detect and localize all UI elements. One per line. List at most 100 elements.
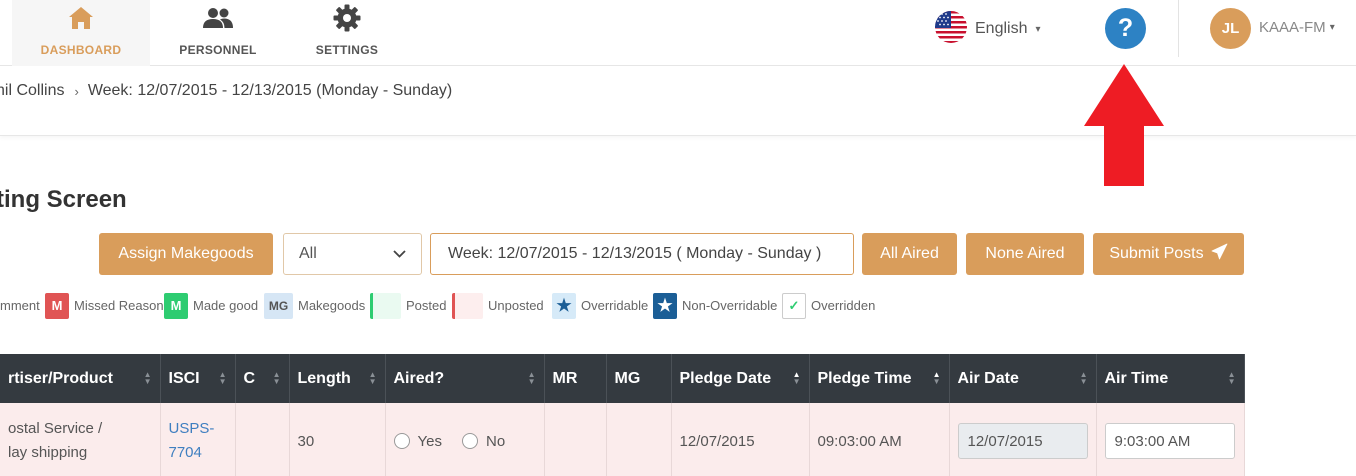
sort-icon: ▲ ▼ xyxy=(1227,370,1236,386)
legend-label: Made good xyxy=(193,298,259,313)
aired-radio-group: Yes No xyxy=(393,432,536,450)
overridden-check-icon: ✓ xyxy=(782,292,806,319)
week-range-picker[interactable]: Week: 12/07/2015 - 12/13/2015 ( Monday -… xyxy=(430,233,854,275)
col-header-aired[interactable]: Aired? ▲ ▼ xyxy=(385,354,545,403)
legend-item-posted: Posted xyxy=(370,292,446,319)
red-arrow-annotation xyxy=(1084,64,1164,186)
all-aired-button[interactable]: All Aired xyxy=(862,233,957,275)
col-header-pledge-time[interactable]: Pledge Time ▲ ▼ xyxy=(809,354,950,403)
sort-icon: ▲ ▼ xyxy=(272,370,281,386)
col-header-pledge-date[interactable]: Pledge Date ▲ ▼ xyxy=(671,354,810,403)
legend-item-made-good: M Made good xyxy=(164,292,258,319)
aired-yes-label: Yes xyxy=(417,432,442,450)
makegoods-swatch: MG xyxy=(264,292,293,319)
advertiser-line: ostal Service / xyxy=(8,420,103,437)
nav-label-settings: SETTINGS xyxy=(315,43,379,57)
help-question-icon: ? xyxy=(1117,14,1134,42)
sort-icon: ▲ ▼ xyxy=(932,370,941,386)
col-header-air-time[interactable]: Air Time ▲ ▼ xyxy=(1096,354,1245,403)
overridable-star-icon: ★ xyxy=(552,292,576,319)
aired-no-radio[interactable] xyxy=(461,433,478,449)
table-row: ostal Service / lay shipping USPS- 7704 … xyxy=(0,403,1245,476)
users-icon xyxy=(203,4,233,32)
made-good-swatch: M xyxy=(164,292,188,319)
legend-label: mment xyxy=(0,298,40,313)
legend-item-comment: mment xyxy=(0,292,40,319)
cell-air-time: 9:03:00 AM xyxy=(1096,403,1245,476)
col-header-mr: MR xyxy=(544,354,607,403)
nav-item-dashboard[interactable]: DASHBOARD xyxy=(12,0,150,66)
filter-select-value: All xyxy=(299,245,317,262)
nav-item-personnel[interactable]: PERSONNEL xyxy=(149,0,287,66)
sort-icon: ▲ ▼ xyxy=(527,370,536,386)
legend-label: Missed Reason xyxy=(74,298,164,313)
cell-air-date: 12/07/2015 xyxy=(949,403,1097,476)
aired-no-option[interactable]: No xyxy=(461,433,505,450)
submit-posts-button[interactable]: Submit Posts xyxy=(1093,233,1244,275)
nav-label-personnel: PERSONNEL xyxy=(179,43,257,57)
non-overridable-star-icon: ★ xyxy=(653,292,677,319)
table-header-row: rtiser/Product ▲ ▼ ISCI ▲ ▼ C ▲ ▼ Length ▲ ▼ Air… xyxy=(0,354,1245,403)
user-avatar[interactable]: JL xyxy=(1210,8,1251,49)
legend-label: Makegoods xyxy=(298,298,366,313)
col-header-isci[interactable]: ISCI ▲ ▼ xyxy=(160,354,236,403)
col-header-air-date[interactable]: Air Date ▲ ▼ xyxy=(949,354,1097,403)
aired-yes-radio[interactable] xyxy=(393,433,410,449)
home-icon xyxy=(68,4,94,32)
help-button[interactable]: ? xyxy=(1105,8,1146,49)
col-header-c[interactable]: C ▲ ▼ xyxy=(235,354,290,403)
legend-item-non-overridable: ★ Non-Overridable xyxy=(653,292,777,319)
cell-c xyxy=(235,403,290,476)
legend-label: Unposted xyxy=(488,298,544,313)
cell-mr xyxy=(544,403,607,476)
sort-icon: ▲ ▼ xyxy=(143,370,152,386)
cell-pledge-date: 12/07/2015 xyxy=(671,403,810,476)
assign-makegoods-button[interactable]: Assign Makegoods xyxy=(99,233,273,275)
posted-swatch xyxy=(370,292,401,319)
us-flag-icon xyxy=(935,10,967,48)
station-selector[interactable]: KAAA-FM ▾ xyxy=(1259,19,1335,36)
cell-length: 30 xyxy=(289,403,386,476)
cell-pledge-time: 09:03:00 AM xyxy=(809,403,950,476)
col-header-advertiser[interactable]: rtiser/Product ▲ ▼ xyxy=(0,354,161,403)
legend-label: Posted xyxy=(406,298,447,313)
isci-link[interactable]: USPS- xyxy=(169,417,227,441)
product-line: lay shipping xyxy=(8,444,88,461)
air-time-input[interactable]: 9:03:00 AM xyxy=(1104,423,1235,459)
cell-isci[interactable]: USPS- 7704 xyxy=(160,403,236,476)
legend-item-unposted: Unposted xyxy=(452,292,544,319)
paper-plane-icon xyxy=(1211,243,1228,265)
breadcrumb: hil Collins › Week: 12/07/2015 - 12/13/2… xyxy=(0,82,452,100)
legend-item-missed-reason: M Missed Reason xyxy=(45,292,164,319)
posting-table: rtiser/Product ▲ ▼ ISCI ▲ ▼ C ▲ ▼ Length ▲ ▼ Air… xyxy=(0,354,1245,476)
breadcrumb-separator: › xyxy=(74,83,79,99)
sort-icon: ▲ ▼ xyxy=(1079,370,1088,386)
page-title: ting Screen xyxy=(0,186,127,213)
legend-label: Overridden xyxy=(811,298,876,313)
sort-icon: ▲ ▼ xyxy=(792,370,801,386)
aired-yes-option[interactable]: Yes xyxy=(393,432,442,450)
breadcrumb-item-week: Week: 12/07/2015 - 12/13/2015 (Monday - … xyxy=(87,82,453,99)
unposted-swatch xyxy=(452,292,483,319)
breadcrumb-item-person[interactable]: hil Collins xyxy=(0,82,64,100)
nav-item-settings[interactable]: SETTINGS xyxy=(278,0,416,66)
legend-label: Non-Overridable xyxy=(682,298,778,313)
none-aired-button[interactable]: None Aired xyxy=(966,233,1084,275)
legend-item-overridable: ★ Overridable xyxy=(552,292,648,319)
legend-label: Overridable xyxy=(581,298,649,313)
submit-posts-label: Submit Posts xyxy=(1109,245,1204,262)
cell-mg xyxy=(606,403,672,476)
missed-reason-swatch: M xyxy=(45,292,69,319)
nav-label-dashboard: DASHBOARD xyxy=(40,43,122,57)
station-label: KAAA-FM xyxy=(1259,19,1326,36)
top-navbar: DASHBOARD PERSONNEL SETTINGS English ▾ ?… xyxy=(0,0,1356,66)
caret-down-icon: ▾ xyxy=(1329,22,1335,33)
legend-item-makegoods: MG Makegoods xyxy=(264,292,365,319)
col-header-mg: MG xyxy=(606,354,672,403)
nav-divider xyxy=(1178,0,1179,57)
cell-advertiser: ostal Service / lay shipping xyxy=(0,403,161,476)
col-header-length[interactable]: Length ▲ ▼ xyxy=(289,354,386,403)
isci-link[interactable]: 7704 xyxy=(169,441,227,465)
filter-select[interactable]: All xyxy=(283,233,422,275)
language-selector[interactable]: English ▾ xyxy=(935,10,1041,48)
